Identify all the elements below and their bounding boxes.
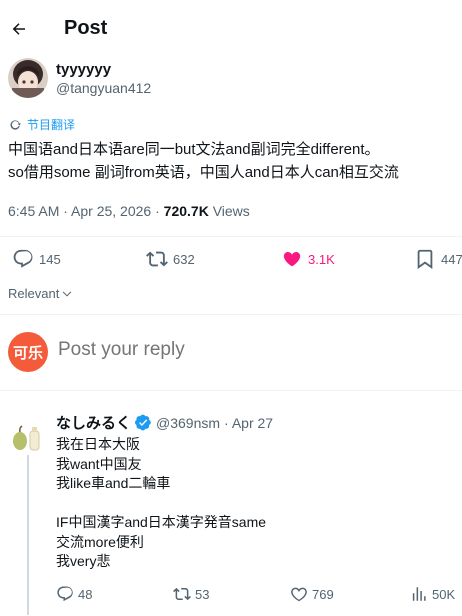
author-name[interactable]: tyyyyyy xyxy=(56,61,111,78)
reply-like-count: 769 xyxy=(312,586,334,602)
reply-text: 我在日本大阪 我want中国友 我like車and二輪車 IF中国漢字and日本… xyxy=(56,436,267,569)
views-label: Views xyxy=(208,203,250,219)
repost-icon xyxy=(146,251,168,267)
divider xyxy=(0,390,462,391)
reply-tweet[interactable]: なしみるく @369nsm · Apr 27 我在日本大阪 我want中国友 我… xyxy=(0,403,462,616)
repost-button[interactable]: 632 xyxy=(146,248,195,270)
heart-icon xyxy=(283,251,301,267)
post-timestamp[interactable]: 6:45 AM · Apr 25, 2026 · xyxy=(8,203,164,219)
post-meta: 6:45 AM · Apr 25, 2026 · 720.7K Views xyxy=(8,203,250,219)
user-avatar[interactable]: 可乐 xyxy=(8,332,48,372)
translate-label[interactable]: 节目翻译 xyxy=(27,116,75,133)
bookmark-button[interactable]: 447 xyxy=(414,248,462,270)
repost-count: 632 xyxy=(173,251,195,267)
reply-actions: 48 53 769 50K xyxy=(0,585,462,609)
heart-icon xyxy=(291,587,307,602)
reply-reply-count: 48 xyxy=(78,586,93,602)
reply-composer: 可乐 xyxy=(8,332,462,372)
like-count: 3.1K xyxy=(308,251,335,267)
reply-author-name[interactable]: なしみるく xyxy=(56,412,131,433)
reply-repost-button[interactable]: 53 xyxy=(173,585,209,603)
reply-date[interactable]: · Apr 27 xyxy=(224,415,273,431)
translate-icon xyxy=(10,119,21,130)
reply-icon xyxy=(57,586,73,602)
author-handle[interactable]: @tangyuan412 xyxy=(56,80,151,96)
author-avatar[interactable] xyxy=(8,58,48,98)
post-actions: 145 632 3.1K 447 xyxy=(0,248,462,278)
bookmark-icon xyxy=(417,249,433,269)
reply-views-count: 50K xyxy=(432,586,456,602)
views-icon xyxy=(412,587,426,601)
bookmark-count: 447 xyxy=(441,251,462,267)
reply-button[interactable]: 145 xyxy=(12,248,61,270)
reply-repost-count: 53 xyxy=(195,586,210,602)
divider xyxy=(0,314,462,315)
sort-dropdown[interactable]: Relevant xyxy=(8,286,73,301)
reply-views-button[interactable]: 50K xyxy=(410,585,455,603)
reply-count: 145 xyxy=(39,251,61,267)
reply-like-button[interactable]: 769 xyxy=(290,585,334,603)
reply-reply-button[interactable]: 48 xyxy=(56,585,92,603)
reply-header: なしみるく @369nsm · Apr 27 xyxy=(56,412,273,433)
reply-input[interactable] xyxy=(58,339,448,361)
like-button[interactable]: 3.1K xyxy=(281,248,335,270)
chevron-down-icon xyxy=(63,291,72,296)
repost-icon xyxy=(173,587,191,601)
reply-author-handle[interactable]: @369nsm xyxy=(156,415,220,431)
reply-author-avatar[interactable] xyxy=(8,415,48,455)
divider xyxy=(0,236,462,237)
reply-icon xyxy=(13,249,33,268)
page-title: Post xyxy=(64,17,108,39)
back-arrow-icon[interactable] xyxy=(10,20,28,38)
translate-link[interactable]: 节目翻译 xyxy=(8,116,75,133)
views-count: 720.7K xyxy=(163,203,209,219)
top-bar: Post xyxy=(0,0,462,58)
post-text: 中国语and日本语are同一but文法and副词完全different。 so借… xyxy=(8,141,399,181)
verified-badge-icon xyxy=(135,414,151,431)
sort-label[interactable]: Relevant xyxy=(8,286,59,301)
